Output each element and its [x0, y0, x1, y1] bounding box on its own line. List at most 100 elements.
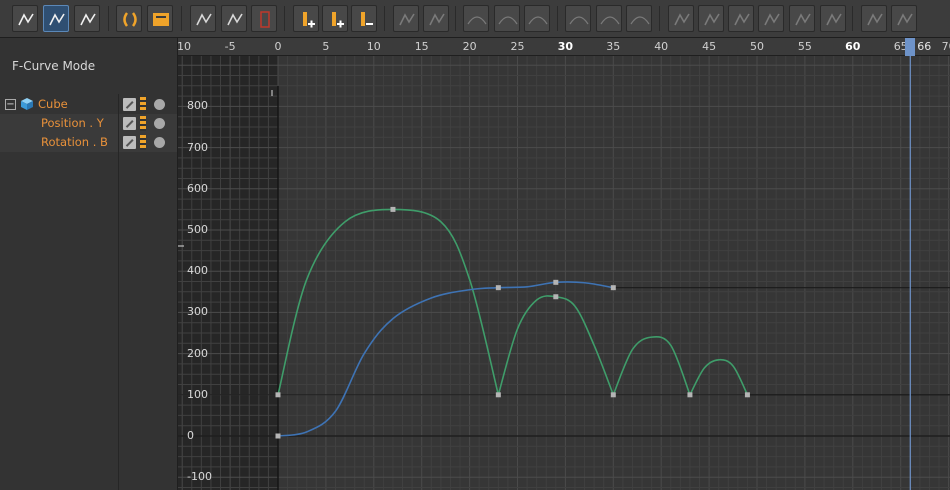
- ruler-tick-label: 35: [606, 40, 621, 53]
- keyframe[interactable]: [495, 285, 501, 291]
- toolbar-separator: [852, 6, 853, 31]
- tangent-lock-button[interactable]: [728, 5, 754, 32]
- tangent-break-button[interactable]: [668, 5, 694, 32]
- spline-button[interactable]: [565, 5, 591, 32]
- ruler-tick-label: 15: [414, 40, 429, 53]
- ruler-tick-label: 50: [750, 40, 764, 53]
- ruler-tick-label: 60: [845, 40, 861, 53]
- loop-button[interactable]: [116, 5, 142, 32]
- track-mode-icon[interactable]: [140, 97, 146, 112]
- tangent-weight-button[interactable]: [789, 5, 815, 32]
- step-button[interactable]: [494, 5, 520, 32]
- frame-all-button[interactable]: [190, 5, 216, 32]
- tree-row-rotation-b[interactable]: Rotation . B: [0, 133, 177, 152]
- value-axis-label: 500: [187, 223, 208, 236]
- tangent-break-icon: [674, 13, 690, 26]
- graph-canvas[interactable]: [178, 56, 950, 490]
- ruler-tick-label: -5: [224, 40, 236, 53]
- keyframe[interactable]: [687, 392, 693, 398]
- dope-sheet-button[interactable]: [74, 5, 100, 32]
- frame-selected-button[interactable]: [221, 5, 247, 32]
- tree-label: Cube: [38, 97, 68, 111]
- track-panel: F-Curve Mode − Cube Position . Y Rotatio…: [0, 38, 178, 490]
- ruler-tick-label: 40: [654, 40, 669, 53]
- ruler-tick-label: 55: [797, 40, 812, 53]
- track-solo-icon[interactable]: [154, 137, 165, 148]
- tangent-unify-button[interactable]: [698, 5, 724, 32]
- add-keys-button[interactable]: [322, 5, 348, 32]
- tangent-auto-button[interactable]: [820, 5, 846, 32]
- spline-icon: [569, 16, 589, 25]
- tangent-angle-button[interactable]: [758, 5, 784, 32]
- fcurve-mode-button[interactable]: [43, 5, 69, 32]
- tree-row-cube[interactable]: − Cube: [0, 95, 177, 114]
- keyframe[interactable]: [553, 294, 559, 300]
- ruler-tick-label: 0: [274, 40, 282, 53]
- ease-in-button[interactable]: [524, 5, 550, 32]
- panel-divider[interactable]: [118, 94, 119, 490]
- keyframe[interactable]: [610, 392, 616, 398]
- summary-button[interactable]: [147, 5, 173, 32]
- keyframe[interactable]: [275, 392, 281, 398]
- time-ruler[interactable]: 10-5051015202530354045505560657066: [177, 38, 950, 56]
- track-mode-icon[interactable]: [140, 135, 146, 150]
- toolbar-separator: [181, 6, 182, 31]
- toolbar-separator: [659, 6, 660, 31]
- track-edit-icon[interactable]: [123, 98, 136, 111]
- track-solo-icon[interactable]: [154, 118, 165, 129]
- tangent-weight-icon: [795, 13, 811, 26]
- keyframe[interactable]: [610, 285, 616, 291]
- toolbar: [0, 0, 950, 38]
- keyframe[interactable]: [275, 433, 281, 439]
- tangent-angle-icon: [764, 13, 780, 26]
- keyframe[interactable]: [495, 392, 501, 398]
- key-left-icon: [867, 13, 883, 26]
- add-key-icon: [303, 12, 315, 28]
- frame-selected-icon: [227, 13, 243, 26]
- track-edit-icon[interactable]: [123, 136, 136, 149]
- zero-length-button[interactable]: [423, 5, 449, 32]
- ruler-tick-label: 10: [177, 40, 191, 53]
- value-axis-label: -100: [187, 470, 212, 484]
- ease-in-icon: [528, 16, 548, 25]
- linear-button[interactable]: [596, 5, 622, 32]
- zero-angle-button[interactable]: [393, 5, 419, 32]
- track-mode-icon[interactable]: [140, 116, 146, 131]
- ruler-tick-label: 10: [366, 40, 381, 53]
- value-axis-label: 700: [187, 140, 208, 154]
- frame-all-icon: [196, 13, 212, 26]
- key-mode-button[interactable]: [12, 5, 38, 32]
- keyframe[interactable]: [553, 279, 559, 285]
- tangent-unify-icon: [704, 13, 720, 26]
- dope-sheet-icon: [80, 13, 96, 26]
- ruler-tick-label: 30: [557, 40, 574, 53]
- key-left-button[interactable]: [861, 5, 887, 32]
- keyframe[interactable]: [390, 206, 396, 212]
- fcurve-graph[interactable]: 800 700 600 500 400 300 200 100 0 -100: [178, 56, 950, 490]
- ruler-tick-label: 45: [702, 40, 717, 53]
- tree-row-position-y[interactable]: Position . Y: [0, 114, 177, 133]
- track-solo-icon[interactable]: [154, 99, 165, 110]
- keyframe[interactable]: [744, 392, 750, 398]
- add-key-button[interactable]: [293, 5, 319, 32]
- toolbar-separator: [284, 6, 285, 31]
- ease-button[interactable]: [626, 5, 652, 32]
- expand-toggle[interactable]: −: [5, 99, 16, 110]
- frame-range-button[interactable]: [251, 5, 277, 32]
- fcurve-mode-icon: [49, 13, 65, 26]
- track-edit-icon[interactable]: [123, 117, 136, 130]
- mode-label: F-Curve Mode: [12, 59, 96, 73]
- toolbar-separator: [455, 6, 456, 31]
- key-right-button[interactable]: [891, 5, 917, 32]
- toolbar-separator: [557, 6, 558, 31]
- key-mode-icon: [18, 13, 34, 26]
- loop-icon: [123, 12, 137, 27]
- delete-key-button[interactable]: [351, 5, 377, 32]
- zero-length-icon: [429, 13, 445, 26]
- timeline-window: F-Curve Mode − Cube Position . Y Rotatio…: [0, 0, 950, 490]
- ease-out-button[interactable]: [463, 5, 489, 32]
- playhead-handle[interactable]: [905, 38, 916, 56]
- ruler-tick-label: 5: [322, 40, 330, 53]
- zero-angle-icon: [399, 13, 415, 26]
- add-keys-icon: [332, 12, 344, 28]
